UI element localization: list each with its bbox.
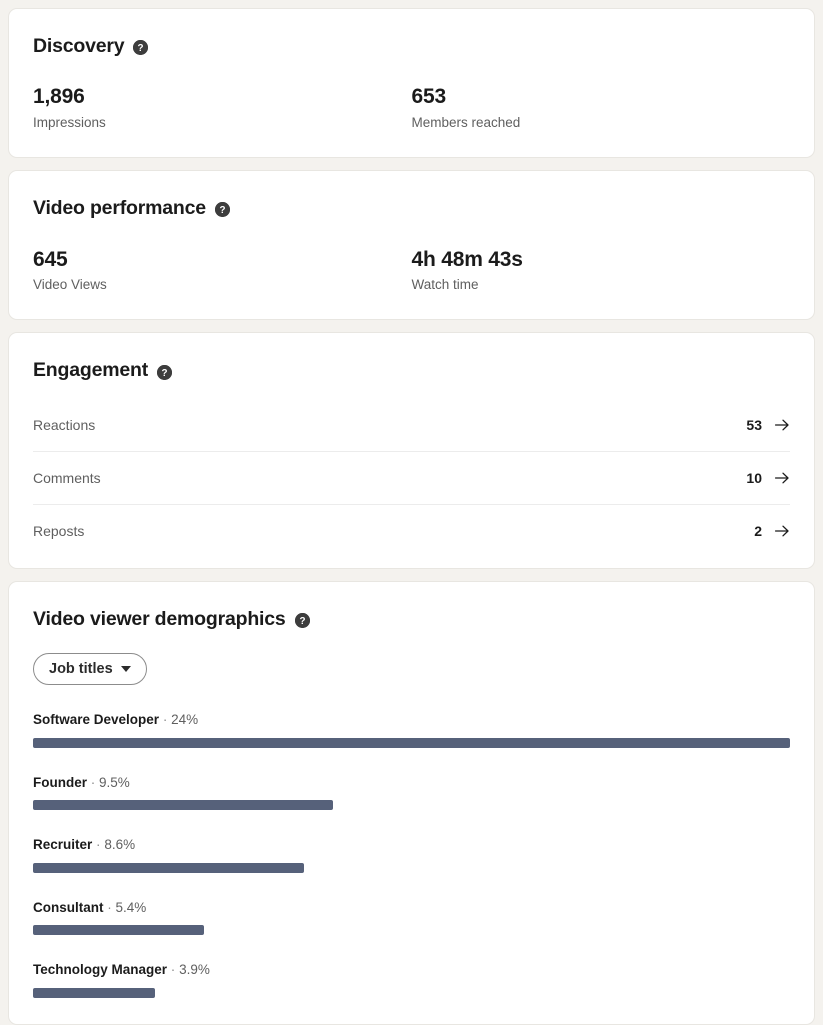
engagement-header: Engagement ? [33,359,790,382]
discovery-card: Discovery ? 1,896 Impressions 653 Member… [8,8,815,159]
demographics-bar-track [33,987,790,998]
engagement-row-right: 2 [754,523,790,539]
demographics-item-label: Consultant · 5.4% [33,899,790,917]
stat-value: 1,896 [33,85,85,109]
engagement-label: Reposts [33,523,85,540]
job-titles-filter-label: Job titles [49,661,113,678]
demographics-item-percent: 9.5% [99,774,130,790]
engagement-label: Reactions [33,416,96,433]
engagement-card: Engagement ? Reactions 53 Comments 10 Re… [8,332,815,569]
engagement-row-reactions[interactable]: Reactions 53 [33,399,790,452]
help-circle-icon[interactable]: ? [157,364,173,380]
svg-text:?: ? [162,368,168,379]
stat-watch-time: 4h 48m 43s Watch time [412,247,791,294]
demographics-separator: · [96,837,101,853]
demographics-item-name: Technology Manager [33,962,168,978]
stat-value: 645 [33,247,68,271]
stat-video-views: 645 Video Views [33,247,412,294]
arrow-right-icon[interactable] [774,417,790,433]
demographics-item-label: Founder · 9.5% [33,774,790,792]
stat-label: Video Views [33,276,107,292]
demographics-bar-track [33,862,790,873]
video-viewer-demographics-card: Video viewer demographics ? Job titles S… [8,580,815,1025]
svg-text:?: ? [219,205,225,216]
demographics-item-percent: 24% [171,712,199,728]
demographics-bar-track [33,800,790,811]
stat-label: Impressions [33,114,106,130]
engagement-label: Comments [33,469,101,486]
discovery-stats: 1,896 Impressions 653 Members reached [33,84,790,131]
demographics-separator: · [107,899,112,915]
demographics-item-name: Recruiter [33,837,93,853]
demographics-item: Software Developer · 24% [33,711,790,748]
demographics-item-name: Founder [33,774,87,790]
help-circle-icon[interactable]: ? [294,612,310,628]
engagement-row-right: 53 [746,417,790,433]
video-performance-header: Video performance ? [33,197,790,220]
engagement-row-reposts[interactable]: Reposts 2 [33,505,790,558]
demographics-item-name: Software Developer [33,712,160,728]
demographics-item-label: Recruiter · 8.6% [33,836,790,854]
section-title-engagement: Engagement [33,359,149,382]
demographics-bar-track [33,737,790,748]
stat-value: 4h 48m 43s [411,247,523,271]
arrow-right-icon[interactable] [774,523,790,539]
engagement-value: 10 [746,469,762,486]
demographics-bar-fill [33,925,205,936]
video-performance-card: Video performance ? 645 Video Views 4h 4… [8,170,815,321]
demographics-item: Recruiter · 8.6% [33,836,790,873]
demographics-item: Technology Manager · 3.9% [33,961,790,998]
demographics-bar-track [33,925,790,936]
arrow-right-icon[interactable] [774,470,790,486]
demographics-separator: · [162,712,168,728]
video-performance-stats: 645 Video Views 4h 48m 43s Watch time [33,247,790,294]
engagement-row-right: 10 [746,470,790,486]
demographics-item: Consultant · 5.4% [33,899,790,936]
chevron-down-icon [120,666,131,673]
stat-members-reached: 653 Members reached [412,84,791,131]
help-circle-icon[interactable]: ? [214,202,230,218]
stat-impressions: 1,896 Impressions [33,84,412,131]
section-title-video-performance: Video performance [33,197,206,220]
demographics-bar-fill [33,987,155,998]
help-circle-icon[interactable]: ? [133,40,149,56]
engagement-value: 53 [746,416,762,433]
demographics-item-percent: 8.6% [104,837,136,853]
demographics-item-label: Software Developer · 24% [33,711,790,729]
demographics-item-percent: 3.9% [179,962,210,978]
job-titles-filter-dropdown[interactable]: Job titles [33,653,147,686]
demographics-bar-fill [33,737,790,748]
analytics-page: Discovery ? 1,896 Impressions 653 Member… [0,0,823,1025]
section-title-demographics: Video viewer demographics [33,607,286,630]
svg-text:?: ? [299,616,305,627]
demographics-separator: · [90,774,96,790]
demographics-item-name: Consultant [33,899,104,915]
stat-label: Watch time [411,276,479,292]
demographics-bar-list: Software Developer · 24% Founder · 9.5% [33,711,790,998]
page-title: Discovery [33,35,125,57]
engagement-list: Reactions 53 Comments 10 Reposts 2 [33,399,790,558]
demographics-header: Video viewer demographics ? [33,608,790,631]
demographics-separator: · [170,962,176,978]
demographics-bar-fill [33,862,304,873]
demographics-item-percent: 5.4% [115,899,147,915]
demographics-bar-fill [33,800,333,811]
engagement-row-comments[interactable]: Comments 10 [33,452,790,505]
demographics-item-label: Technology Manager · 3.9% [33,961,790,979]
stat-label: Members reached [411,114,521,130]
svg-text:?: ? [138,43,144,54]
engagement-value: 2 [754,523,762,540]
demographics-item: Founder · 9.5% [33,774,790,811]
stat-value: 653 [411,85,447,109]
discovery-header: Discovery ? [33,35,790,58]
